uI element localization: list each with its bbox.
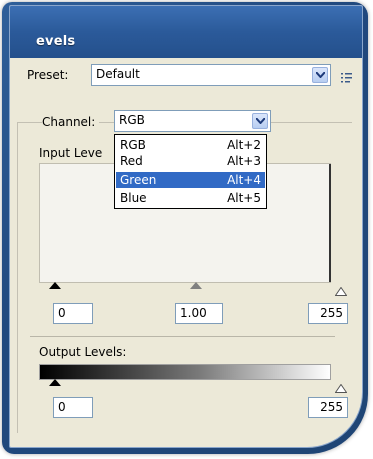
menu-item-blue[interactable]: Blue Alt+5 — [116, 190, 265, 206]
channel-label: Channel: — [42, 115, 100, 129]
preset-value: Default — [96, 67, 140, 81]
output-levels-label: Output Levels: — [39, 345, 127, 359]
menu-item-red[interactable]: Red Alt+3 — [116, 153, 265, 169]
screenshot-frame: evels Preset: Default Channel: RGB Input… — [0, 0, 373, 459]
preset-label: Preset: — [27, 68, 69, 82]
menu-item-green[interactable]: Green Alt+4 — [116, 172, 265, 188]
channel-value: RGB — [119, 113, 145, 127]
input-white-field[interactable]: 255 — [308, 303, 348, 324]
output-white-field[interactable]: 255 — [308, 397, 348, 418]
channel-dropdown-menu: RGB Alt+2 Red Alt+3 Green Alt+4 Blue Alt… — [114, 134, 267, 209]
channel-dropdown-button[interactable] — [252, 113, 268, 129]
histogram-white-spike — [329, 164, 331, 282]
input-levels-label: Input Leve — [39, 146, 103, 160]
preset-dropdown-button[interactable] — [312, 67, 328, 83]
input-gamma-field[interactable]: 1.00 — [175, 303, 223, 324]
gamma-slider-icon[interactable] — [190, 282, 202, 289]
chevron-down-icon — [316, 72, 325, 78]
black-point-slider-icon[interactable] — [49, 282, 61, 289]
channel-select[interactable]: RGB — [114, 110, 271, 132]
preset-options-icon[interactable] — [341, 69, 353, 83]
output-gradient-bar — [39, 364, 331, 380]
output-black-field[interactable]: 0 — [53, 397, 93, 418]
window-title: evels — [36, 34, 76, 49]
preset-select[interactable]: Default — [91, 64, 331, 86]
title-bar[interactable]: evels — [10, 6, 362, 58]
output-black-slider-icon[interactable] — [49, 379, 61, 386]
input-black-field[interactable]: 0 — [53, 303, 93, 324]
menu-item-rgb[interactable]: RGB Alt+2 — [116, 137, 265, 153]
chevron-down-icon — [256, 118, 265, 124]
separator — [30, 336, 335, 337]
